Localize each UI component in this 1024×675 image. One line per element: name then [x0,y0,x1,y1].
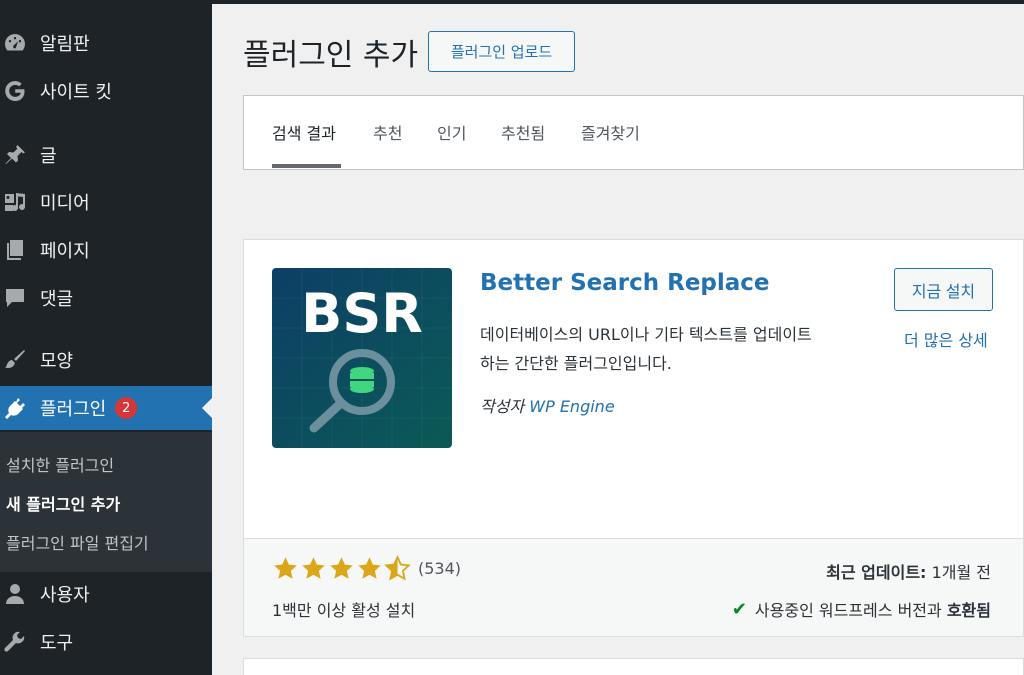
rating-count: (534) [418,559,462,578]
tab-popular[interactable]: 인기 [437,120,466,144]
active-installs: 1백만 이상 활성 설치 [272,601,416,620]
media-icon [3,190,27,214]
plugin-card: BSR Better Search Replace 데이터베이스의 URL이나 … [243,239,1024,637]
submenu-add-new-plugin[interactable]: 새 플러그인 추가 [6,491,120,515]
upload-plugin-button[interactable]: 플러그인 업로드 [428,31,575,72]
dashboard-icon [3,31,27,55]
compatibility-status: ✔ 사용중인 워드프레스 버전과 호환됨 [732,597,991,621]
sidebar-item-appearance[interactable]: 모양 [0,338,212,382]
author-link[interactable]: WP Engine [529,397,614,416]
appearance-brush-icon [3,348,27,372]
sidebar-item-label: 도구 [40,633,74,654]
svg-text:BSR: BSR [301,282,423,345]
admin-sidebar: 알림판 사이트 킷 글 미디어 페이지 댓글 모양 플러그인 2 설치한 플러그… [0,0,212,675]
tab-featured[interactable]: 추천 [373,120,402,144]
sidebar-item-label: 글 [40,146,57,167]
install-now-button[interactable]: 지금 설치 [894,268,993,311]
sidebar-item-tools[interactable]: 도구 [0,620,212,664]
plugin-author: 작성자 WP Engine [480,393,615,417]
sidebar-item-label: 모양 [40,351,74,372]
star-full-icon [302,557,325,579]
star-full-icon [330,557,353,579]
sidebar-item-site-kit[interactable]: 사이트 킷 [0,69,212,113]
star-full-icon [274,557,297,579]
sidebar-item-label: 사용자 [40,585,90,606]
tab-recommended[interactable]: 추천됨 [501,120,545,144]
more-details-link[interactable]: 더 많은 상세 [904,327,988,351]
plugin-card-footer: (534) 1백만 이상 활성 설치 최근 업데이트: 1개월 전 ✔ 사용중인… [244,538,1023,636]
plugin-description: 데이터베이스의 URL이나 기타 텍스트를 업데이트하는 간단한 플러그인입니다… [480,325,812,373]
compat-prefix: 사용중인 워드프레스 버전과 [754,601,942,620]
sidebar-item-label: 사이트 킷 [40,82,112,103]
star-rating: (534) [272,555,461,582]
sidebar-item-label: 플러그인 [40,399,107,420]
sidebar-item-label: 댓글 [40,289,74,310]
pushpin-icon [3,143,27,167]
plugin-thumbnail[interactable]: BSR [272,268,452,448]
sidebar-item-comments[interactable]: 댓글 [0,276,212,320]
tab-search-results[interactable]: 검색 결과 [272,120,336,144]
plugin-filter-tabs: 검색 결과 추천 인기 추천됨 즐겨찾기 [243,95,1024,170]
next-plugin-card [243,658,1024,675]
plugin-icon [3,396,27,420]
pages-icon [3,238,27,262]
submenu-plugin-file-editor[interactable]: 플러그인 파일 편집기 [6,530,149,554]
compat-status: 호환됨 [946,601,991,620]
star-full-icon [358,557,381,579]
star-half-icon [384,555,411,581]
last-updated-label: 최근 업데이트: [826,563,927,582]
page-title: 플러그인 추가 [243,38,419,73]
last-updated: 최근 업데이트: 1개월 전 [826,559,991,583]
checkmark-icon: ✔ [731,598,747,620]
google-g-icon [3,79,27,103]
sidebar-item-users[interactable]: 사용자 [0,572,212,616]
author-prefix: 작성자 [480,397,525,416]
top-border [212,0,1024,4]
sidebar-item-label: 미디어 [40,193,90,214]
wrench-icon [3,630,27,654]
sidebar-item-pages[interactable]: 페이지 [0,228,212,272]
update-count-badge: 2 [115,397,138,419]
bsr-logo-icon: BSR [272,268,452,448]
submenu-installed-plugins[interactable]: 설치한 플러그인 [6,452,114,476]
comment-icon [3,286,27,310]
last-updated-value: 1개월 전 [931,563,991,582]
plugin-name-link[interactable]: Better Search Replace [480,270,770,296]
sidebar-item-plugins[interactable]: 플러그인 2 [0,386,212,430]
sidebar-item-label: 페이지 [40,241,90,262]
sidebar-item-label: 알림판 [40,34,90,55]
sidebar-item-dashboard[interactable]: 알림판 [0,21,212,65]
sidebar-item-posts[interactable]: 글 [0,133,212,177]
tab-favorites[interactable]: 즐겨찾기 [581,120,640,144]
sidebar-item-media[interactable]: 미디어 [0,180,212,224]
active-tab-indicator [272,164,341,168]
user-icon [3,582,27,606]
plugins-submenu: 설치한 플러그인 새 플러그인 추가 플러그인 파일 편집기 [0,432,212,572]
